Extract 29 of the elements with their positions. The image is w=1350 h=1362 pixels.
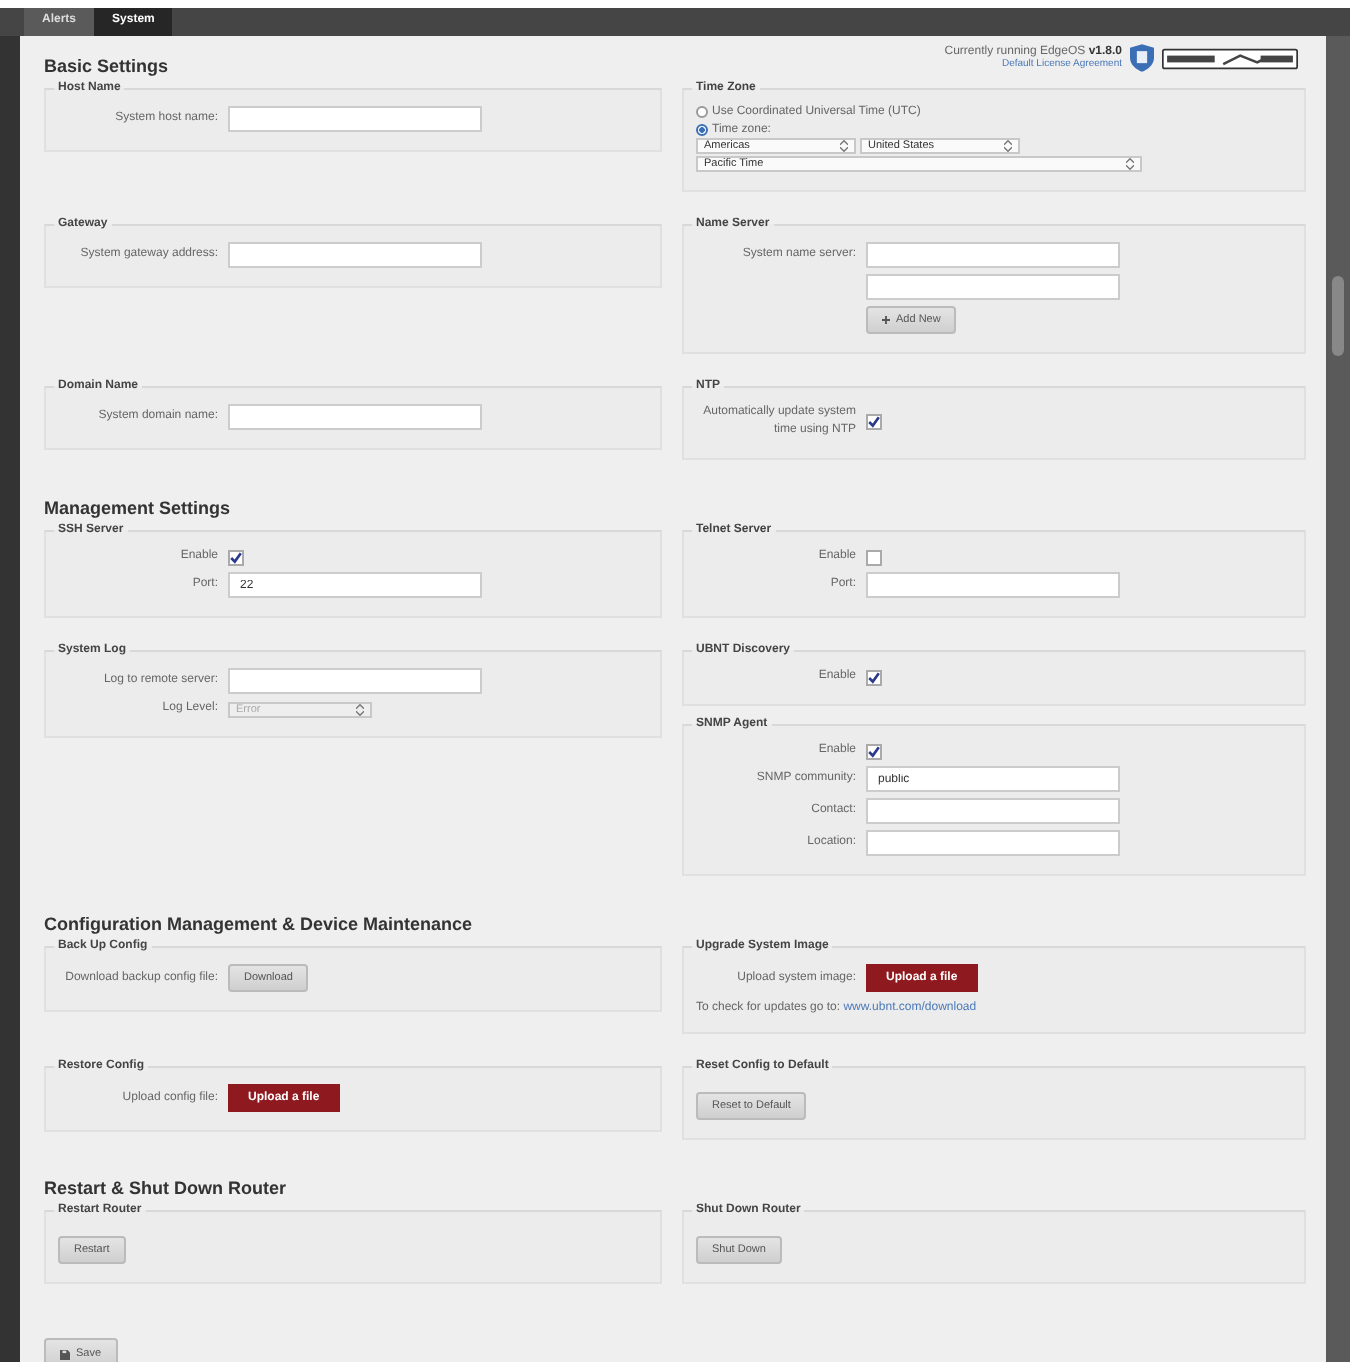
text-field[interactable] bbox=[228, 404, 482, 430]
radio-button[interactable] bbox=[696, 124, 708, 136]
text-field[interactable] bbox=[866, 830, 1120, 856]
checkbox[interactable] bbox=[866, 414, 882, 430]
spinner-arrows-icon bbox=[840, 140, 848, 152]
spinner-arrows-icon bbox=[356, 703, 364, 715]
text-field[interactable] bbox=[228, 106, 482, 132]
section-heading: Management Settings bbox=[44, 498, 231, 518]
text-field[interactable] bbox=[866, 572, 1120, 598]
checkbox[interactable] bbox=[228, 549, 244, 565]
scrollbar[interactable] bbox=[1326, 36, 1350, 1362]
logo-badge-icon bbox=[1162, 47, 1298, 69]
plus-icon bbox=[882, 316, 890, 324]
section-heading: Configuration Management & Device Maintenance bbox=[44, 914, 473, 934]
text-field[interactable] bbox=[228, 242, 482, 268]
spinner-arrows-icon bbox=[1004, 140, 1012, 152]
spinner-arrows-icon bbox=[1126, 158, 1134, 170]
text-field[interactable] bbox=[866, 274, 1120, 300]
section-heading: Basic Settings bbox=[44, 56, 169, 76]
shield-icon bbox=[1130, 44, 1154, 72]
text-field[interactable] bbox=[866, 798, 1120, 824]
floppy-disk-icon bbox=[60, 1349, 70, 1359]
text-field[interactable] bbox=[866, 242, 1120, 268]
checkbox[interactable] bbox=[866, 549, 882, 565]
section-heading: Restart & Shut Down Router bbox=[44, 1178, 287, 1198]
checkbox[interactable] bbox=[866, 743, 882, 759]
radio-button[interactable] bbox=[696, 106, 708, 118]
text-field[interactable] bbox=[228, 668, 482, 694]
checkbox[interactable] bbox=[866, 669, 882, 685]
